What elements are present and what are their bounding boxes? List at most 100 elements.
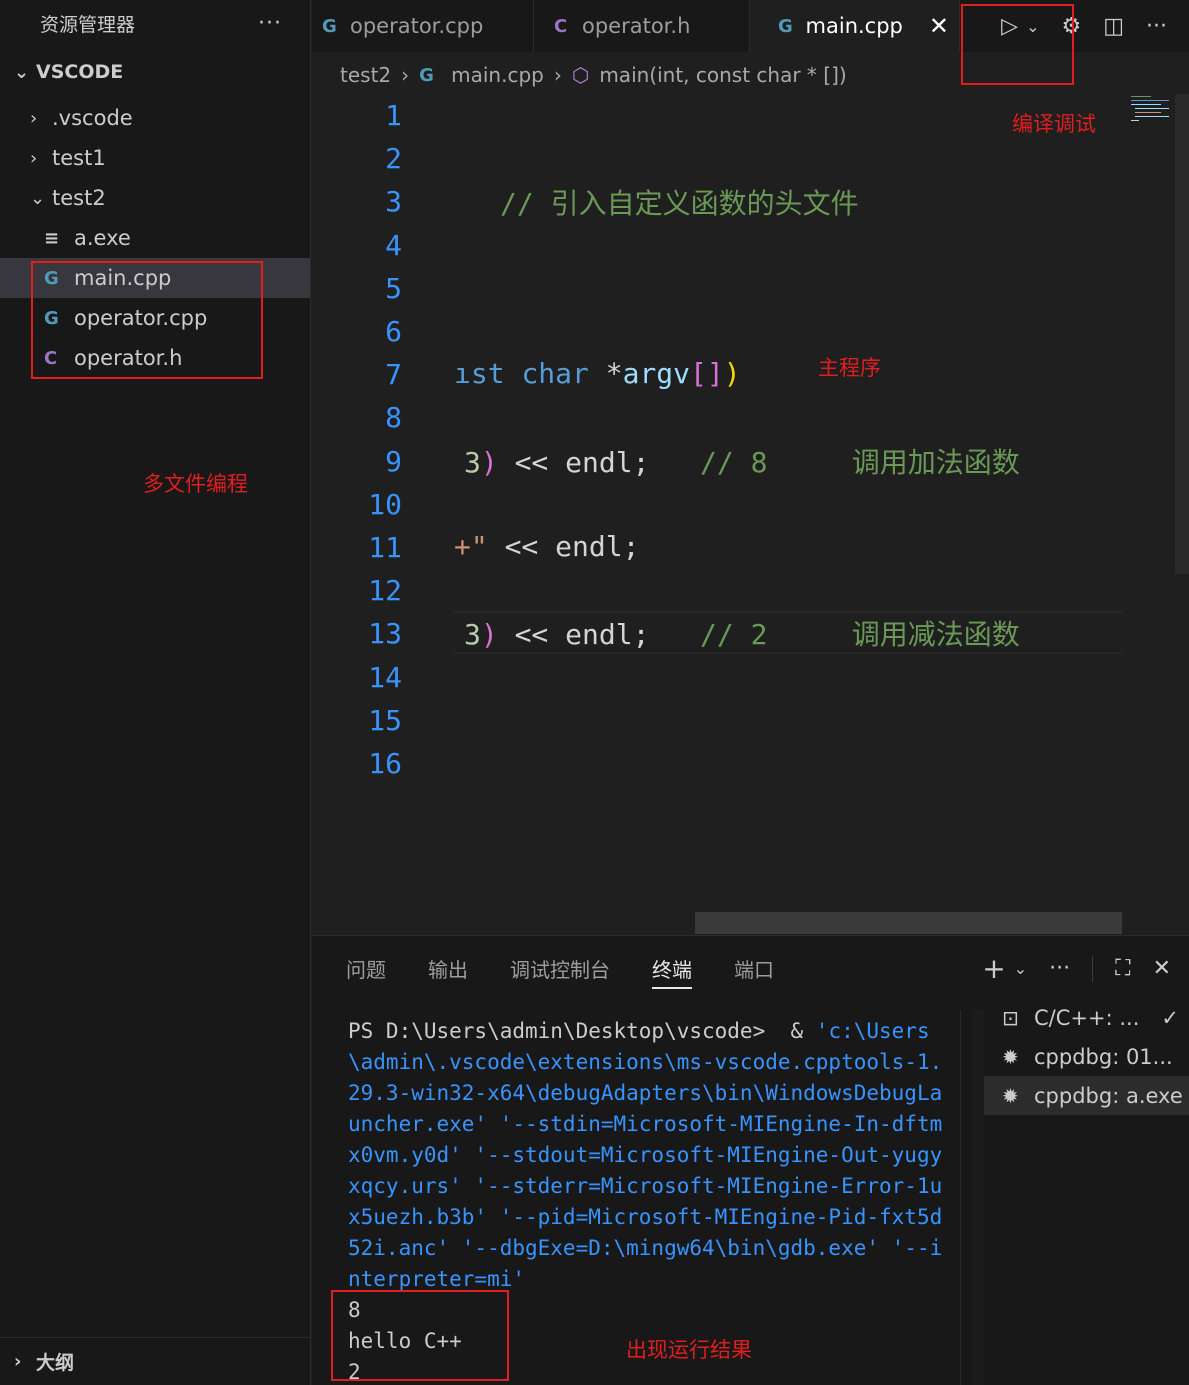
chevron-right-icon: › [30,107,38,129]
folder-test2[interactable]: ⌄ test2 [0,178,310,218]
chevron-right-icon: › [30,147,38,169]
close-icon[interactable]: ✕ [1153,956,1171,981]
code-keyword: ıst [454,357,505,390]
outline-section[interactable]: › 大纲 [0,1337,311,1385]
folder-label: .vscode [52,106,133,130]
explorer-title: 资源管理器 [40,13,136,36]
more-actions-icon[interactable]: ··· [1049,956,1070,981]
maximize-icon[interactable]: ⛶ [1115,956,1130,981]
code-line-9: 3) << endl; // 8 调用加法函数 [312,439,1122,482]
line-number-row: 12 [312,569,1122,612]
chevron-down-icon[interactable]: ⌄ [1014,959,1027,978]
code-bracket: ) [723,357,741,390]
folder-test1[interactable]: › test1 [0,138,310,178]
code-comment: // 8 调用加法函数 [700,445,1020,479]
line-number: 5 [385,271,402,305]
line-number-row: 15 [312,699,1122,742]
tab-ports[interactable]: 端口 [734,954,774,989]
terminal-session-list: ⊡ C/C++: ... ✓ ✹ cppdbg: 01... ✹ cppdbg:… [984,998,1189,1115]
annotation-box-files [31,261,263,379]
chevron-down-icon: ⌄ [30,187,46,209]
line-number-row: 5 [312,267,1122,310]
explorer-header: 资源管理器 ··· [0,0,310,46]
line-number-row: 8 [312,396,1122,439]
file-label: a.exe [74,226,131,250]
terminal-session-item[interactable]: ✹ cppdbg: 01... [984,1037,1189,1076]
tab-output[interactable]: 输出 [428,954,468,989]
code-text: ıst char *argv[]) [454,357,741,390]
code-keyword: char [521,357,589,390]
line-number: 4 [385,228,402,262]
more-actions-icon[interactable]: ··· [1146,14,1167,39]
tab-label: main.cpp [805,14,903,38]
plus-icon[interactable]: + [982,952,1005,985]
code-comment: // 2 调用减法函数 [700,617,1020,651]
terminal-divider [960,1010,961,1385]
line-number: 2 [385,142,402,176]
tab-operator-h[interactable]: C operator.h [534,0,750,52]
session-label: C/C++: ... [1034,1005,1140,1030]
code-operator: << endl; [497,617,650,651]
breadcrumb-file[interactable]: main.cpp [451,63,544,87]
binary-file-icon: ≡ [44,227,60,249]
terminal-scrollbar[interactable] [972,1010,984,1385]
chevron-right-icon: › [14,1351,22,1372]
terminal-session-item[interactable]: ✹ cppdbg: a.exe [984,1076,1189,1115]
terminal-command: 'c:\Users\admin\.vscode\extensions\ms-vs… [348,1019,943,1291]
more-actions-icon[interactable]: ··· [258,11,282,36]
annotation-main-program: 主程序 [818,356,881,380]
code-text: 3) << endl; // 8 调用加法函数 [464,441,1020,481]
vertical-scrollbar[interactable] [1175,94,1189,574]
tab-operator-cpp[interactable]: G operator.cpp [312,0,534,52]
file-a-exe[interactable]: ≡ a.exe [0,218,310,258]
code-comment: // 引入自定义函数的头文件 [500,186,859,220]
tab-main-cpp[interactable]: G main.cpp ✕ [750,0,960,52]
close-icon[interactable]: ✕ [929,12,949,40]
breadcrumb-folder[interactable]: test2 [340,63,391,87]
line-number: 8 [385,401,402,435]
code-text: 3) << endl; // 2 调用减法函数 [464,613,1020,653]
tab-debug-console[interactable]: 调试控制台 [510,954,610,989]
tab-label: operator.cpp [350,14,484,38]
annotation-result: 出现运行结果 [626,1338,752,1362]
annotation-box-output [331,1290,509,1381]
line-number-row: 16 [312,742,1122,785]
line-number-row: 4 [312,224,1122,267]
folder-vscode[interactable]: › .vscode [0,98,310,138]
folder-label: test2 [52,186,106,210]
code-bracket: ) [480,445,498,479]
code-line-7: ıst char *argv[]) [312,352,1122,395]
breadcrumb: test2 › G main.cpp › ⬡ main(int, const c… [340,56,847,94]
cpp-file-icon: G [322,15,337,37]
code-operator: << endl; [487,530,640,563]
code-line-13: 3) << endl; // 2 调用减法函数 [312,611,1122,654]
line-number: 14 [368,660,402,694]
line-number-row: 14 [312,656,1122,699]
tab-label: operator.h [582,14,691,38]
line-number: 12 [368,574,402,608]
code-editor[interactable]: 1 2 3 4 5 6 7 8 9 10 11 12 13 14 15 16 // 引入自定义函数的头文件 ı… [312,94,1189,934]
line-number-row: 2 [312,137,1122,180]
minimap[interactable] [1129,94,1174,124]
code-bracket: ) [480,617,498,651]
split-editor-icon[interactable]: ◫ [1103,14,1124,39]
code-operator: << endl; [497,445,650,479]
code-operator: * [605,357,623,390]
line-number: 1 [385,99,402,132]
horizontal-scrollbar[interactable] [695,912,1122,934]
code-number: 3 [464,445,481,479]
breadcrumb-symbol[interactable]: main(int, const char * []) [599,63,846,87]
session-label: cppdbg: a.exe [1034,1083,1183,1108]
cpp-file-icon: G [419,64,434,86]
terminal-prompt: PS D:\Users\admin\Desktop\vscode> & [348,1019,816,1043]
tab-problems[interactable]: 问题 [346,954,386,989]
line-number: 6 [385,315,402,348]
tab-terminal[interactable]: 终端 [652,954,692,989]
workspace-root[interactable]: ⌄ VSCODE [0,46,310,98]
panel-tabs: 问题 输出 调试控制台 终端 端口 [346,954,774,989]
line-number-row: 6 [312,310,1122,353]
terminal-session-item[interactable]: ⊡ C/C++: ... ✓ [984,998,1189,1037]
line-number: 16 [368,747,402,780]
divider [1092,955,1094,982]
explorer-sidebar: 资源管理器 ··· ⌄ VSCODE › .vscode › test1 ⌄ t… [0,0,311,1385]
